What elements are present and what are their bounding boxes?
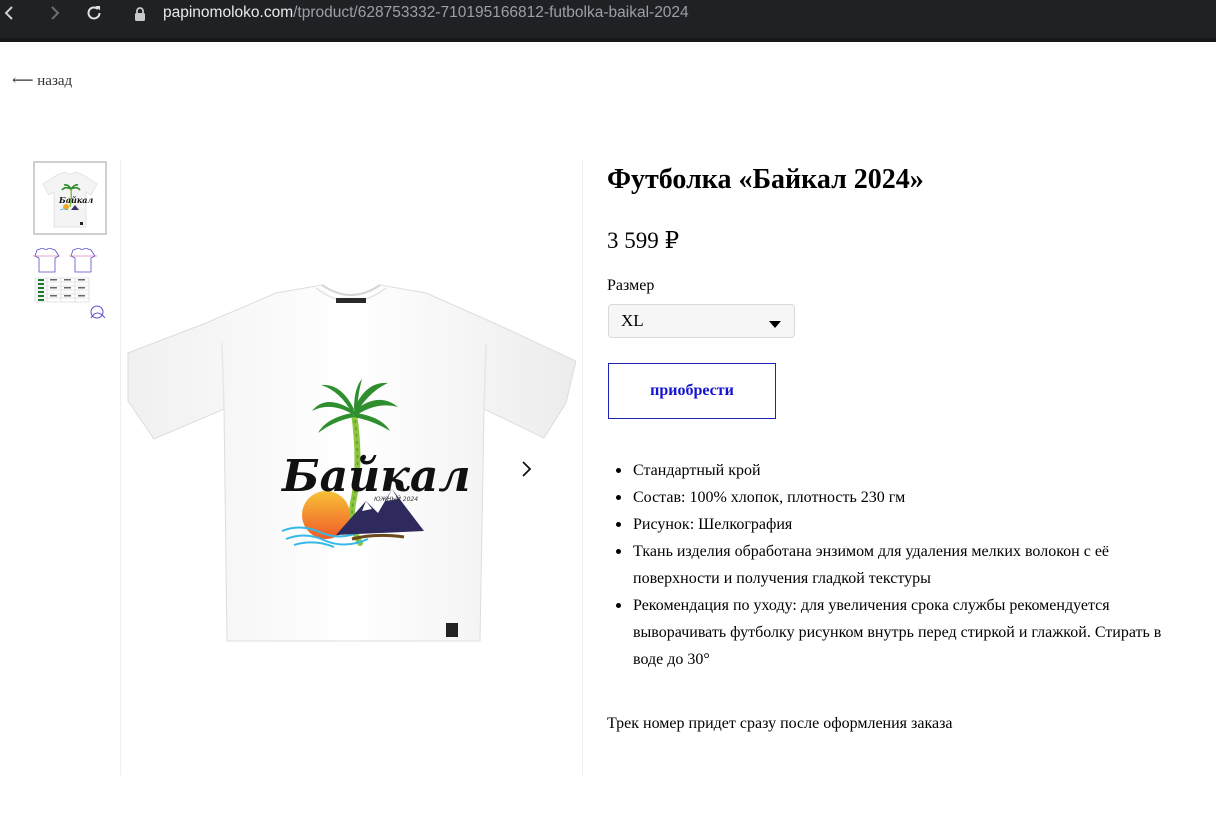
address-bar[interactable]: papinomoloko.com/tproduct/628753332-7101… [163,2,689,24]
gallery-divider [120,160,121,775]
list-item: Состав: 100% хлопок, плотность 230 гм [616,484,1193,511]
reload-icon[interactable] [84,3,104,23]
back-link[interactable]: ⟵ назад [12,71,72,90]
size-label: Размер [607,277,655,294]
svg-text:Байкал: Байкал [58,195,93,205]
list-item: Ткань изделия обработана энзимом для уда… [616,538,1193,592]
list-item: Рекомендация по уходу: для увеличения ср… [616,592,1193,673]
gallery-divider [582,160,583,775]
print-title: Байкал [280,451,471,502]
forward-icon[interactable] [44,3,64,23]
product-price: 3 599 ₽ [607,228,680,253]
chevron-right-icon[interactable] [514,455,538,483]
product-main-image[interactable]: Байкал ЮЖНЫЙ 2024 [126,283,577,645]
list-item: Рисунок: Шелкография [616,511,1193,538]
print-subtitle: ЮЖНЫЙ 2024 [374,496,418,503]
buy-button[interactable]: приобрести [608,363,776,419]
thumbnail-size-chart[interactable] [33,247,107,322]
size-select-value: XL [621,311,644,330]
lock-icon [132,6,148,22]
feature-list: Стандартный крой Состав: 100% хлопок, пл… [616,457,1193,673]
list-item: Стандартный крой [616,457,1193,484]
url-path: /tproduct/628753332-710195166812-futbolk… [293,4,689,21]
chevron-down-icon [769,321,781,328]
browser-toolbar: papinomoloko.com/tproduct/628753332-7101… [0,0,1216,42]
product-title: Футболка «Байкал 2024» [607,164,924,195]
thumbnail-tshirt[interactable]: Байкал [33,161,107,235]
url-host: papinomoloko.com [163,4,294,21]
back-icon[interactable] [0,3,20,23]
track-note: Трек номер придет сразу после оформления… [607,715,953,732]
size-select[interactable]: XL [608,304,795,338]
